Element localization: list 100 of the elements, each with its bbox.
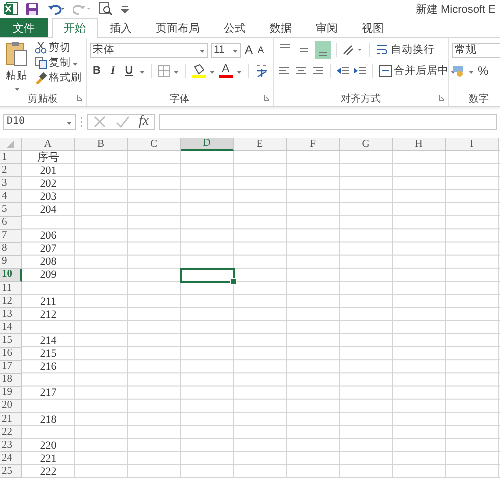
insert-function-button[interactable]: fx: [139, 114, 150, 130]
row-header[interactable]: 16: [0, 348, 22, 361]
ribbon-tab[interactable]: 开始: [52, 18, 98, 38]
table-cell-text: 211: [39, 295, 58, 308]
save-icon[interactable]: [26, 2, 39, 16]
column-header[interactable]: I: [446, 138, 499, 152]
dialog-launcher-icon[interactable]: [77, 95, 83, 101]
row-header[interactable]: 7: [0, 230, 22, 243]
row-header[interactable]: 14: [0, 321, 22, 334]
column-header[interactable]: C: [128, 138, 181, 152]
paste-button[interactable]: 粘贴: [3, 41, 31, 92]
row-header[interactable]: 11: [0, 282, 22, 296]
font-size-field[interactable]: 11: [211, 42, 241, 58]
increase-indent-icon[interactable]: [353, 65, 367, 77]
row-header[interactable]: 23: [0, 439, 22, 452]
row-header[interactable]: 6: [0, 216, 22, 230]
copy-icon[interactable]: [35, 57, 47, 69]
name-box[interactable]: D10: [3, 114, 76, 130]
row-header[interactable]: 25: [0, 465, 22, 478]
ribbon-tab[interactable]: 插入: [98, 18, 144, 37]
caret-icon[interactable]: [73, 60, 78, 66]
row-header[interactable]: 20: [0, 400, 22, 413]
excel-logo-icon[interactable]: [4, 2, 18, 16]
row-header[interactable]: 2: [0, 164, 22, 178]
formula-input[interactable]: [159, 114, 497, 130]
clipboard-icon[interactable]: [6, 41, 28, 67]
row-header[interactable]: 19: [0, 386, 22, 400]
column-header[interactable]: A: [22, 138, 75, 152]
print-preview-icon[interactable]: [99, 2, 113, 16]
copy-button[interactable]: 复制: [34, 56, 83, 70]
borders-icon[interactable]: [158, 65, 170, 77]
undo-icon[interactable]: [47, 3, 65, 15]
orientation-icon[interactable]: [342, 44, 364, 56]
italic-button[interactable]: I: [108, 65, 118, 77]
row-header[interactable]: 21: [0, 412, 22, 426]
column-header[interactable]: B: [75, 138, 128, 152]
font-name-field[interactable]: 宋体: [90, 42, 208, 58]
column-header[interactable]: G: [340, 138, 393, 152]
caret-icon[interactable]: [140, 68, 146, 74]
percent-button[interactable]: %: [477, 64, 490, 78]
row-header[interactable]: 4: [0, 190, 22, 204]
customize-toolbar-icon[interactable]: [121, 4, 129, 14]
fill-color-icon[interactable]: [192, 64, 206, 78]
row-header[interactable]: 3: [0, 177, 22, 190]
merge-center-button[interactable]: 合并后居中: [378, 64, 457, 78]
ribbon-tab[interactable]: 公式: [212, 18, 258, 37]
grow-font-button[interactable]: A: [244, 43, 254, 57]
ribbon-tab[interactable]: 页面布局: [144, 18, 212, 37]
group-label: 字体: [170, 92, 190, 106]
dialog-launcher-icon[interactable]: [439, 95, 445, 101]
fill-handle[interactable]: [230, 278, 237, 286]
align-right-icon[interactable]: [311, 65, 325, 77]
caret-icon[interactable]: [14, 85, 20, 91]
paintbrush-icon[interactable]: [35, 72, 47, 84]
cut-button[interactable]: 剪切: [34, 41, 83, 55]
row-header[interactable]: 24: [0, 452, 22, 466]
accounting-format-icon[interactable]: [452, 65, 466, 77]
column-header[interactable]: D: [181, 138, 234, 152]
align-center-icon[interactable]: [294, 65, 308, 77]
column-header[interactable]: E: [234, 138, 287, 152]
caret-icon[interactable]: [174, 68, 180, 74]
column-header[interactable]: H: [393, 138, 446, 152]
selected-cell[interactable]: [181, 268, 234, 282]
decrease-indent-icon[interactable]: [336, 65, 350, 77]
caret-icon[interactable]: [233, 47, 238, 53]
row-header[interactable]: 10: [0, 268, 22, 282]
row-header[interactable]: 12: [0, 295, 22, 308]
column-header[interactable]: F: [287, 138, 340, 152]
row-header[interactable]: 8: [0, 242, 22, 256]
scissors-icon[interactable]: [35, 42, 47, 54]
row-header[interactable]: 5: [0, 203, 22, 217]
wrap-text-icon[interactable]: [376, 44, 389, 56]
phonetic-guide-icon[interactable]: [254, 64, 269, 78]
underline-button[interactable]: U: [122, 65, 136, 77]
row-header[interactable]: 22: [0, 426, 22, 440]
row-header[interactable]: 15: [0, 334, 22, 348]
row-header[interactable]: 9: [0, 256, 22, 269]
caret-icon[interactable]: [210, 68, 216, 74]
caret-icon[interactable]: [469, 68, 474, 74]
row-header[interactable]: 18: [0, 374, 22, 387]
merge-cells-icon[interactable]: [379, 65, 392, 77]
file-tab[interactable]: 文件: [0, 18, 48, 37]
caret-icon[interactable]: [236, 68, 242, 74]
shrink-font-button[interactable]: A: [257, 45, 266, 55]
wrap-text-button[interactable]: 自动换行: [375, 43, 436, 57]
font-color-button[interactable]: A: [219, 64, 233, 78]
ribbon-tab[interactable]: 审阅: [304, 18, 350, 37]
row-header[interactable]: 13: [0, 308, 22, 322]
row-header[interactable]: 1: [0, 151, 22, 164]
format-painter-button[interactable]: 格式刷: [34, 71, 83, 85]
group-label: 数字: [469, 92, 489, 106]
bottom-align-icon[interactable]: [315, 41, 331, 59]
align-left-icon[interactable]: [277, 65, 291, 77]
bold-button[interactable]: B: [90, 65, 104, 77]
ribbon-tab[interactable]: 视图: [350, 18, 396, 37]
ribbon-tab[interactable]: 数据: [258, 18, 304, 37]
dialog-launcher-icon[interactable]: [264, 95, 270, 101]
number-format-field[interactable]: 常规: [452, 42, 500, 58]
caret-icon[interactable]: [200, 47, 205, 53]
row-header[interactable]: 17: [0, 360, 22, 374]
